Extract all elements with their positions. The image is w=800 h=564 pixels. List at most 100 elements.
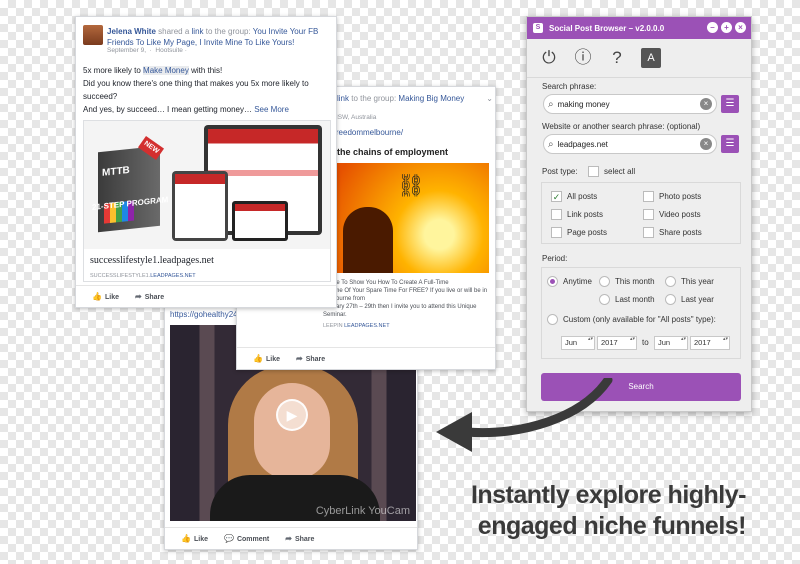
period-option-label: Custom (only available for "All posts" t… (563, 315, 716, 324)
title-bar[interactable]: S Social Post Browser – v2.0.0.0 – + × (527, 17, 751, 39)
link-domain: SUCCESSLIFESTYLE1.LEADPAGES.NET (90, 273, 196, 279)
like-label: Like (104, 294, 119, 301)
website-input[interactable]: ⌕ leadpages.net × (543, 134, 717, 154)
period-label: Period: (542, 254, 568, 263)
link-domain-link[interactable]: LEADPAGES.NET (344, 323, 389, 329)
post-date[interactable]: September 9, (107, 47, 146, 54)
link-domain: LEEPIN LEADPAGES.NET (323, 323, 390, 329)
post-header: Jelena White shared a link to the group:… (107, 26, 332, 48)
post-actions: 👍 Like 💬 Comment ➦ Share (165, 527, 417, 549)
product-label: MTTB (102, 164, 130, 179)
link-preview[interactable]: MTTB NEW 21-STEP PROGRAM successlifestyl… (83, 120, 331, 282)
to-month-select[interactable]: Jun (654, 335, 688, 350)
radio[interactable] (599, 276, 610, 287)
curved-arrow-graphic (436, 378, 613, 452)
post-type-label: Post type: (542, 167, 578, 176)
post-meta: September 9, · Hootsuite · (107, 47, 187, 54)
share-label: Share (144, 294, 165, 301)
minimize-icon[interactable]: – (707, 22, 718, 33)
period-option-label: This year (681, 277, 714, 286)
product-box-graphic: MTTB (98, 145, 160, 233)
post-header: link to the group: Making Big Money ⌄ (337, 94, 495, 103)
share-button[interactable]: ➦ Share (285, 534, 314, 543)
list-icon[interactable]: ☰ (721, 135, 739, 153)
period-last-month[interactable]: Last month (599, 294, 655, 305)
like-button[interactable]: 👍 Like (181, 534, 208, 543)
avatar[interactable] (83, 25, 103, 45)
type-label: Video posts (659, 210, 701, 219)
author-name[interactable]: Jelena White (107, 27, 156, 36)
see-more-link[interactable]: See More (254, 105, 289, 114)
period-last-year[interactable]: Last year (665, 294, 714, 305)
like-button[interactable]: 👍 Like (92, 292, 119, 301)
close-icon[interactable]: × (735, 22, 746, 33)
checkbox[interactable] (643, 227, 654, 238)
radio[interactable] (665, 294, 676, 305)
radio[interactable] (599, 294, 610, 305)
app-logo-icon: S (533, 23, 543, 33)
type-share-posts[interactable]: Share posts (643, 227, 702, 238)
share-button[interactable]: ➦ Share (135, 292, 164, 301)
type-page-posts[interactable]: Page posts (551, 227, 607, 238)
hashtag-link[interactable]: Make Money (143, 66, 189, 75)
action-link[interactable]: link (337, 94, 349, 103)
checkbox[interactable] (551, 227, 562, 238)
silhouette-graphic (343, 207, 393, 273)
type-label: All posts (567, 192, 598, 201)
play-icon[interactable]: ▶ (276, 399, 308, 431)
social-post-browser-window: S Social Post Browser – v2.0.0.0 – + × ⏻… (526, 16, 752, 412)
radio[interactable] (547, 314, 558, 325)
type-photo-posts[interactable]: Photo posts (643, 191, 701, 202)
share-button[interactable]: ➦ Share (296, 354, 325, 363)
select-all-checkbox[interactable]: select all (588, 166, 635, 177)
link-title[interactable]: successlifestyle1.leadpages.net (90, 255, 214, 266)
checkbox[interactable] (588, 166, 599, 177)
radio-selected[interactable] (547, 276, 558, 287)
period-this-year[interactable]: This year (665, 276, 714, 287)
info-icon[interactable]: ⓘ (573, 48, 593, 68)
type-link-posts[interactable]: Link posts (551, 209, 603, 220)
like-button[interactable]: 👍 Like (253, 354, 280, 363)
from-month-select[interactable]: Jun (561, 335, 595, 350)
period-option-label: Last year (681, 295, 714, 304)
link-domain-text: LEEPIN (323, 323, 343, 329)
clear-icon[interactable]: × (700, 138, 712, 150)
link-domain-link[interactable]: LEADPAGES.NET (150, 273, 195, 279)
radio[interactable] (665, 276, 676, 287)
type-all-posts[interactable]: ✓ All posts (551, 191, 597, 202)
body-text: And yes, by succeed… I mean getting mone… (83, 105, 252, 114)
comment-button[interactable]: 💬 Comment (224, 534, 269, 543)
period-option-label: Last month (615, 295, 655, 304)
post-url[interactable]: https://gohealthy247 (170, 310, 242, 319)
clear-icon[interactable]: × (700, 98, 712, 110)
font-settings-icon[interactable]: A (641, 48, 661, 68)
website-label: Website or another search phrase: (optio… (542, 122, 701, 131)
share-label: Share (294, 536, 315, 543)
period-anytime[interactable]: Anytime (547, 276, 592, 287)
period-option-label: Anytime (563, 277, 592, 286)
maximize-icon[interactable]: + (721, 22, 732, 33)
help-icon[interactable]: ? (607, 48, 627, 68)
from-year-select[interactable]: 2017 (597, 335, 637, 350)
phone-graphic (232, 201, 288, 241)
list-icon[interactable]: ☰ (721, 95, 739, 113)
select-all-label: select all (604, 167, 636, 176)
search-phrase-label: Search phrase: (542, 82, 597, 91)
checkbox[interactable] (643, 191, 654, 202)
checkbox[interactable] (643, 209, 654, 220)
search-phrase-input[interactable]: ⌕ making money × (543, 94, 717, 114)
power-icon[interactable]: ⏻ (539, 48, 559, 68)
action-link[interactable]: link (192, 27, 204, 36)
chevron-down-icon[interactable]: ⌄ (486, 94, 493, 103)
checkbox-checked[interactable]: ✓ (551, 191, 562, 202)
checkbox[interactable] (551, 209, 562, 220)
share-arrow-icon: ➦ (295, 354, 303, 363)
post-image[interactable]: the chains of employment ⛓ (323, 145, 489, 273)
period-this-month[interactable]: This month (599, 276, 655, 287)
action-text-post: to the group: (205, 27, 251, 36)
type-video-posts[interactable]: Video posts (643, 209, 701, 220)
group-link[interactable]: Making Big Money (398, 94, 464, 103)
facebook-post-card-1: Jelena White shared a link to the group:… (75, 16, 337, 308)
to-year-select[interactable]: 2017 (690, 335, 730, 350)
period-custom[interactable]: Custom (only available for "All posts" t… (547, 314, 716, 325)
